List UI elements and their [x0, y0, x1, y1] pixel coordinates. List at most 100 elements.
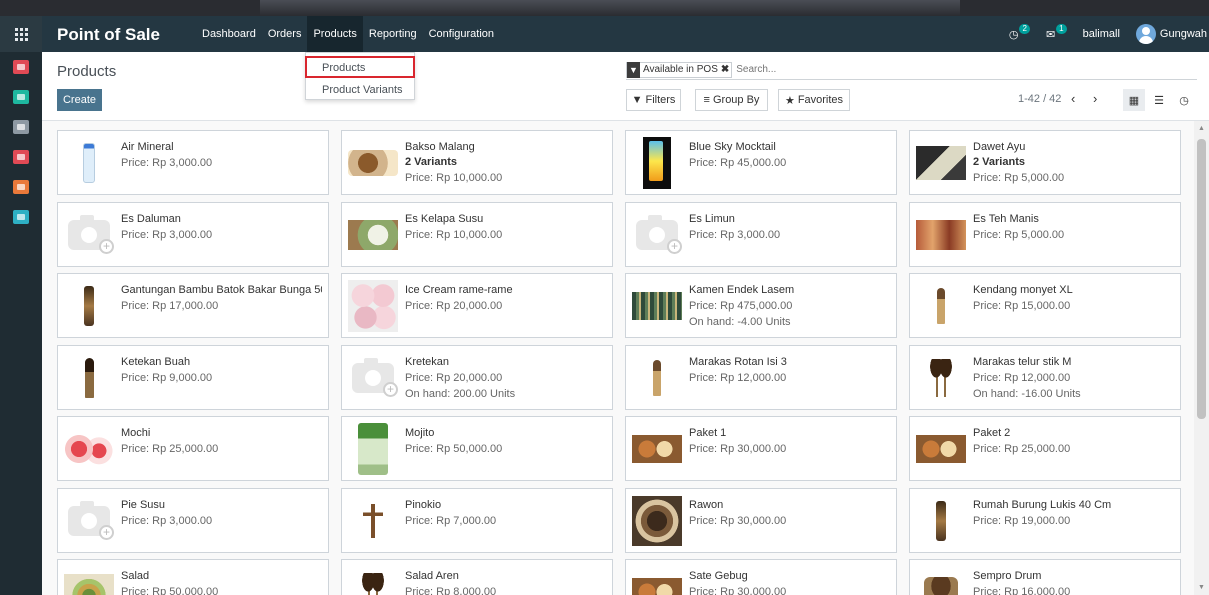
group-by-button[interactable]: ≡ Group By — [695, 89, 768, 111]
product-card[interactable]: Es Kelapa Susu Price: Rp 10,000.00 — [341, 202, 613, 267]
product-image — [915, 137, 967, 189]
product-card[interactable]: Paket 1 Price: Rp 30,000.00 — [625, 416, 897, 481]
product-card[interactable]: + Pie Susu Price: Rp 3,000.00 — [57, 488, 329, 553]
menu-reporting[interactable]: Reporting — [363, 16, 423, 52]
scrollbar-thumb[interactable] — [1197, 139, 1206, 419]
product-card[interactable]: Mochi Price: Rp 25,000.00 — [57, 416, 329, 481]
kanban-view-icon[interactable]: ▦ — [1123, 89, 1145, 111]
product-name: Paket 2 — [973, 427, 1011, 439]
product-card[interactable]: Kamen Endek Lasem Price: Rp 475,000.00 On … — [625, 273, 897, 338]
product-card[interactable]: + Es Limun Price: Rp 3,000.00 — [625, 202, 897, 267]
product-image — [347, 137, 399, 189]
company-switcher[interactable]: balimall — [1083, 28, 1120, 40]
product-card[interactable]: Sate Gebug Price: Rp 30,000.00 — [625, 559, 897, 595]
main-menu: Dashboard Orders Products Reporting Conf… — [196, 16, 500, 52]
messages-button[interactable]: ✉ 1 — [1046, 24, 1067, 41]
product-card[interactable]: Kendang monyet XL Price: Rp 15,000.00 — [909, 273, 1181, 338]
calendar-app-icon[interactable] — [13, 90, 29, 104]
activity-view-icon[interactable]: ◷ — [1173, 89, 1195, 111]
pager-value[interactable]: 1-42 / 42 — [1018, 93, 1061, 105]
sales-app-icon[interactable] — [13, 150, 29, 164]
product-card[interactable]: Ice Cream rame-rame Price: Rp 20,000.00 — [341, 273, 613, 338]
product-card[interactable]: Air Mineral Price: Rp 3,000.00 — [57, 130, 329, 195]
menu-orders[interactable]: Orders — [262, 16, 308, 52]
dropdown-item-product-variants[interactable]: Product Variants — [306, 81, 414, 99]
product-name: Bakso Malang — [405, 141, 475, 153]
product-image — [915, 209, 967, 261]
browser-top-strip — [0, 0, 1209, 16]
list-icon: ≡ — [703, 94, 710, 106]
products-dropdown-menu: Products Product Variants — [305, 52, 415, 100]
scrollbar[interactable]: ▲ ▼ — [1194, 121, 1209, 595]
menu-products[interactable]: Products — [307, 16, 363, 52]
user-name: Gungwah — [1159, 28, 1207, 40]
product-card[interactable]: Pinokio Price: Rp 7,000.00 — [341, 488, 613, 553]
activity-button[interactable]: ◷ 2 — [1008, 24, 1030, 41]
product-card[interactable]: Salad Aren Price: Rp 8,000.00 — [341, 559, 613, 595]
invoicing-app-icon[interactable] — [13, 180, 29, 194]
product-name: Salad — [121, 570, 150, 582]
favorites-button[interactable]: ★ Favorites — [778, 89, 850, 111]
product-name: Es Kelapa Susu — [405, 213, 484, 225]
product-card[interactable]: Marakas Rotan Isi 3 Price: Rp 12,000.00 — [625, 345, 897, 410]
product-variants: 2 Variants — [973, 156, 1025, 168]
product-card[interactable]: Marakas telur stik M Price: Rp 12,000.00 O… — [909, 345, 1181, 410]
dropdown-item-products[interactable]: Products — [305, 56, 415, 78]
product-image: + — [63, 495, 115, 547]
product-card[interactable]: Mojito Price: Rp 50,000.00 — [341, 416, 613, 481]
product-price: Price: Rp 10,000.00 — [405, 229, 503, 241]
menu-configuration[interactable]: Configuration — [423, 16, 500, 52]
filters-button[interactable]: ▼ Filters — [626, 89, 681, 111]
product-image: + — [347, 352, 399, 404]
menu-dashboard[interactable]: Dashboard — [196, 16, 262, 52]
product-price: Price: Rp 20,000.00 — [405, 372, 503, 384]
product-card[interactable]: Ketekan Buah Price: Rp 9,000.00 — [57, 345, 329, 410]
create-button[interactable]: Create — [57, 89, 102, 111]
product-card[interactable]: Es Teh Manis Price: Rp 5,000.00 — [909, 202, 1181, 267]
product-card[interactable]: Salad Price: Rp 50,000.00 — [57, 559, 329, 595]
product-price: Price: Rp 15,000.00 — [973, 300, 1071, 312]
product-image — [631, 280, 683, 332]
product-image — [915, 280, 967, 332]
product-card[interactable]: Gantungan Bambu Batok Bakar Bunga 50 Pric… — [57, 273, 329, 338]
discuss-app-icon[interactable] — [13, 60, 29, 74]
product-name: Salad Aren — [405, 570, 459, 582]
filter-icon: ▼ — [627, 61, 640, 78]
top-navbar: Point of Sale Dashboard Orders Products … — [42, 16, 1209, 52]
product-card[interactable]: Rumah Burung Lukis 40 Cm Price: Rp 19,000… — [909, 488, 1181, 553]
pos-app-icon[interactable] — [13, 120, 29, 134]
product-card[interactable]: Sempro Drum Price: Rp 16,000.00 — [909, 559, 1181, 595]
list-view-icon[interactable]: ☰ — [1148, 89, 1170, 111]
avatar — [1135, 24, 1156, 44]
pager-previous-icon[interactable]: ‹ — [1071, 91, 1075, 106]
product-image: + — [63, 209, 115, 261]
product-name: Es Teh Manis — [973, 213, 1039, 225]
remove-facet-icon[interactable]: ✖ — [721, 64, 731, 75]
search-input[interactable] — [736, 64, 1037, 75]
product-card[interactable]: Blue Sky Mocktail Price: Rp 45,000.00 — [625, 130, 897, 195]
product-price: Price: Rp 25,000.00 — [121, 443, 219, 455]
product-image — [63, 423, 115, 475]
product-price: Price: Rp 5,000.00 — [973, 229, 1065, 241]
contacts-app-icon[interactable] — [13, 210, 29, 224]
product-card[interactable]: Bakso Malang 2 Variants Price: Rp 10,000.0… — [341, 130, 613, 195]
clock-icon: ◷ — [1008, 28, 1019, 41]
product-image — [915, 495, 967, 547]
scroll-down-icon[interactable]: ▼ — [1198, 584, 1205, 591]
scroll-up-icon[interactable]: ▲ — [1198, 125, 1205, 132]
user-menu[interactable]: Gungwah — [1135, 24, 1207, 44]
pager-next-icon[interactable]: › — [1093, 91, 1097, 106]
filter-icon: ▼ — [631, 94, 643, 106]
product-card[interactable]: + Kretekan Price: Rp 20,000.00 On hand: 200… — [341, 345, 613, 410]
product-card[interactable]: + Es Daluman Price: Rp 3,000.00 — [57, 202, 329, 267]
product-name: Sate Gebug — [689, 570, 748, 582]
product-card[interactable]: Paket 2 Price: Rp 25,000.00 — [909, 416, 1181, 481]
product-on-hand: On hand: -4.00 Units — [689, 316, 791, 328]
product-price: Price: Rp 475,000.00 — [689, 300, 793, 312]
product-price: Price: Rp 20,000.00 — [405, 300, 503, 312]
search-facet: ▼ Available in POS ✖ — [626, 61, 733, 78]
product-card[interactable]: Rawon Price: Rp 30,000.00 — [625, 488, 897, 553]
apps-menu-icon[interactable] — [0, 16, 42, 52]
product-card[interactable]: Dawet Ayu 2 Variants Price: Rp 5,000.00 — [909, 130, 1181, 195]
app-brand[interactable]: Point of Sale — [57, 25, 160, 45]
